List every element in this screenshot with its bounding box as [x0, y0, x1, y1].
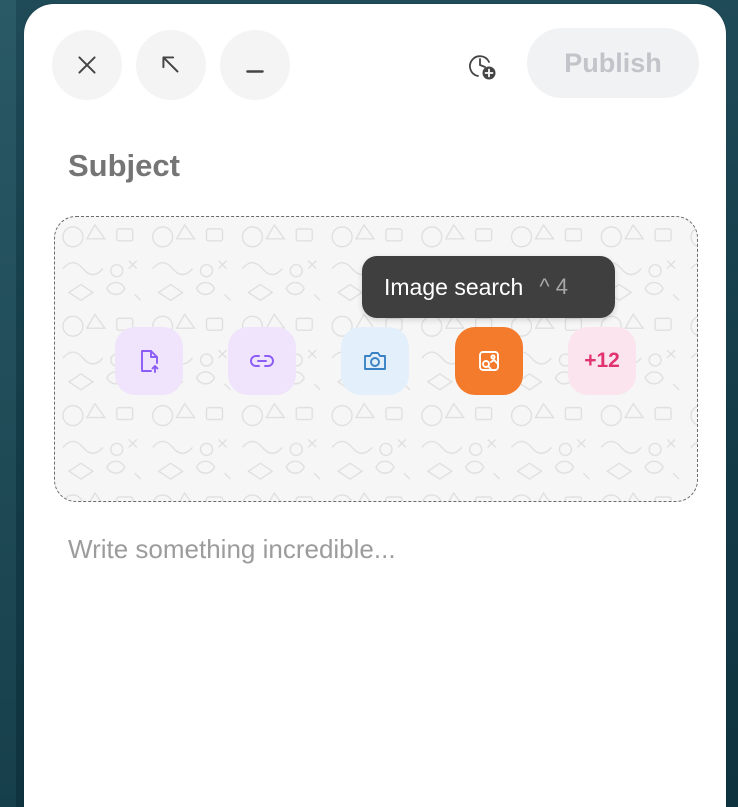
expand-button[interactable]: [136, 30, 206, 100]
window-background-edge: [0, 0, 16, 807]
camera-button[interactable]: [341, 327, 409, 395]
upload-file-button[interactable]: [115, 327, 183, 395]
more-count-label: +12: [584, 349, 620, 372]
close-button[interactable]: [52, 30, 122, 100]
tooltip-label: Image search: [384, 273, 524, 300]
subject-input[interactable]: [68, 142, 668, 190]
compose-panel: Publish Subject +12 Image search ^ 4 Wri…: [24, 4, 726, 807]
minimize-button[interactable]: [220, 30, 290, 100]
clock-plus-icon: [469, 55, 496, 80]
attach-link-button[interactable]: [228, 327, 296, 395]
link-icon: [250, 355, 274, 367]
body-placeholder: Write something incredible...: [68, 534, 396, 564]
image-search-tooltip: Image search ^ 4: [362, 256, 615, 318]
image-search-icon: [479, 351, 499, 371]
expand-arrow-icon: [162, 56, 179, 73]
body-editor[interactable]: Write something incredible...: [68, 534, 688, 784]
minimize-icon: [246, 70, 264, 73]
publish-button[interactable]: Publish: [527, 28, 699, 98]
schedule-button[interactable]: [464, 48, 500, 84]
image-search-button[interactable]: [455, 327, 523, 395]
camera-icon: [364, 352, 386, 370]
tooltip-shortcut: ^ 4: [539, 274, 569, 299]
more-attachments-button[interactable]: +12: [568, 327, 636, 395]
close-icon: [78, 56, 96, 74]
file-upload-icon: [141, 350, 159, 373]
